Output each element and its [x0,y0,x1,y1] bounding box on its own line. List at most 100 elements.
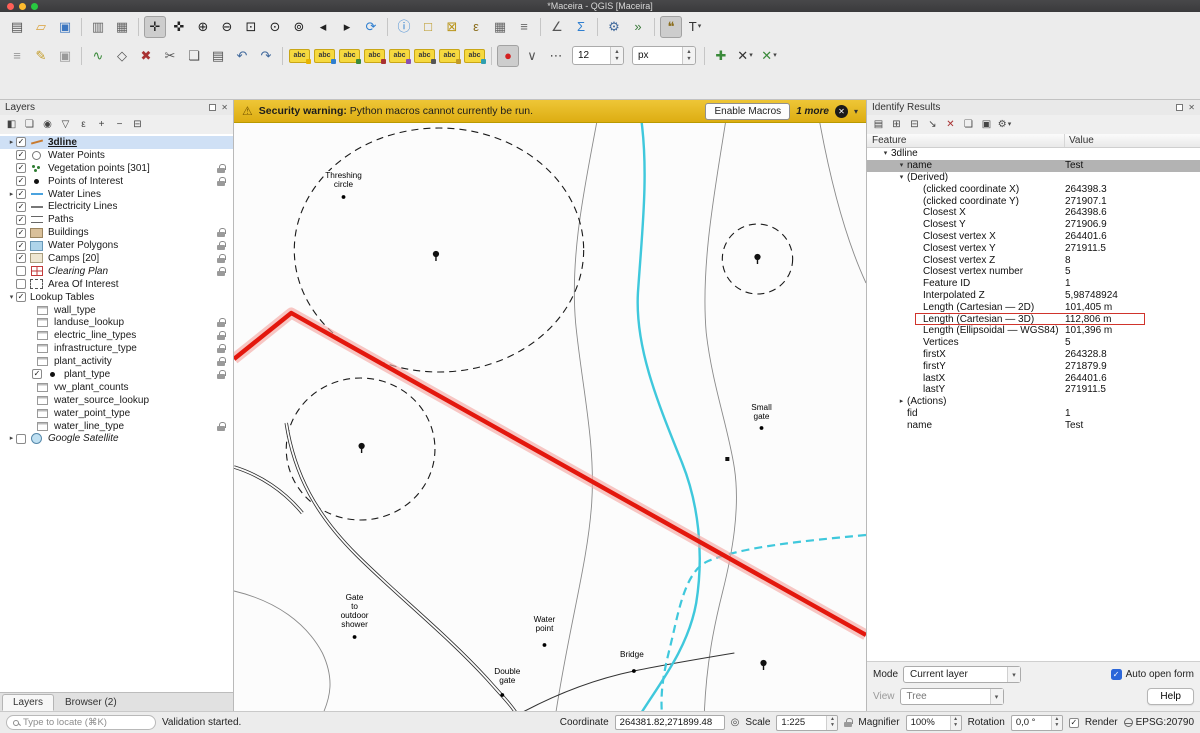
paste-features-button[interactable]: ▤ [207,45,229,67]
dock-tab-browser-2[interactable]: Browser (2) [54,694,128,711]
field-calculator-button[interactable]: ≡ [513,16,535,38]
zoom-full-button[interactable]: ⊡ [240,16,262,38]
expand-tree-button[interactable]: ⊞ [888,117,905,133]
pan-map-button[interactable]: ✛ [144,16,166,38]
zoom-window-button[interactable] [31,3,38,10]
map-canvas[interactable]: ThreshingcircleSmallgateGatetooutdoorsho… [234,123,866,711]
rotate-label-button[interactable]: abc [389,49,410,63]
filter-by-expression-button[interactable]: ε [75,117,92,133]
advanced-digitizing-button[interactable]: ✕ [758,45,780,67]
layer-visibility-checkbox[interactable] [32,369,42,379]
layer-item-points-of-interest[interactable]: Points of Interest [0,175,233,188]
open-project-button[interactable]: ▱ [30,16,52,38]
collapse-all-button[interactable]: − [111,117,128,133]
save-project-button[interactable]: ▣ [54,16,76,38]
identify-settings-button[interactable]: ⚙ [996,117,1013,133]
clear-results-button[interactable]: ✕ [942,117,959,133]
redo-button[interactable]: ↷ [255,45,277,67]
new-print-layout-button[interactable]: ▥ [87,16,109,38]
mode-select[interactable]: Current layer [903,666,1021,683]
identify-row-firstx[interactable]: firstX264328.8 [867,349,1200,361]
highlight-style-button[interactable]: ● [497,45,519,67]
expand-arrow-icon[interactable] [897,398,906,405]
identify-row-fid[interactable]: fid1 [867,408,1200,420]
open-layer-styling-button[interactable]: ◧ [3,117,20,133]
scale-combo[interactable]: 1:225 [776,715,838,731]
layer-visibility-checkbox[interactable] [16,266,26,276]
layer-item-electricity-lines[interactable]: Electricity Lines [0,200,233,213]
identify-row-lastx[interactable]: lastX264401.6 [867,372,1200,384]
identify-row-interpolated-z[interactable]: Interpolated Z5,98748924 [867,290,1200,302]
identify-row-length-cartesian-2d[interactable]: Length (Cartesian — 2D)101,405 m [867,301,1200,313]
expand-arrow-icon[interactable] [7,294,16,301]
identify-row-vertices[interactable]: Vertices5 [867,337,1200,349]
open-form-button[interactable]: ▤ [870,117,887,133]
layer-visibility-checkbox[interactable] [16,279,26,289]
rotation-spinbox[interactable]: 0,0 ° [1011,715,1063,731]
layer-item-paths[interactable]: Paths [0,213,233,226]
expand-arrow-icon[interactable] [881,150,890,157]
cut-features-button[interactable]: ✂ [159,45,181,67]
move-label-button[interactable]: abc [364,49,385,63]
zoom-next-button[interactable]: ▸ [336,16,358,38]
dropdown-arrow-icon[interactable] [1008,121,1012,128]
float-panel-icon[interactable] [209,104,216,111]
identify-row-name[interactable]: nameTest [867,160,1200,172]
layer-item-water-polygons[interactable]: Water Polygons [0,239,233,252]
layer-visibility-checkbox[interactable] [16,163,26,173]
new-map-annotation-button[interactable]: ❝ [660,16,682,38]
layer-item-vw-plant-counts[interactable]: vw_plant_counts [0,381,233,394]
select-features-button[interactable]: □ [417,16,439,38]
new-project-button[interactable]: ▤ [6,16,28,38]
layer-item-3dline[interactable]: 3dline [0,136,233,149]
identify-row-length-cartesian-3d[interactable]: Length (Cartesian — 3D)112,806 m [867,313,1200,325]
copy-feature-button[interactable]: ❏ [960,117,977,133]
enable-tracing-button[interactable]: ✕ [734,45,756,67]
change-label-button[interactable]: abc [414,49,435,63]
view-select[interactable]: Tree [900,688,1004,705]
statistical-summary-button[interactable]: Σ [570,16,592,38]
symbol-size-input[interactable]: 12 [572,46,624,65]
expand-arrow-icon[interactable] [7,191,16,198]
render-checkbox[interactable] [1069,718,1079,728]
zoom-out-button[interactable]: ⊖ [216,16,238,38]
print-results-button[interactable]: ▣ [978,117,995,133]
refresh-map-button[interactable]: ⟳ [360,16,382,38]
identify-features-button[interactable]: ⓘ [393,16,415,38]
current-edits-button[interactable]: ≡ [6,45,28,67]
close-panel-icon[interactable] [1188,104,1195,112]
text-annotation-button[interactable]: T [684,16,706,38]
layer-item-water-point-type[interactable]: water_point_type [0,407,233,420]
message-dropdown-icon[interactable] [854,107,858,116]
layer-item-vegetation-points-301[interactable]: Vegetation points [301] [0,162,233,175]
crs-button[interactable]: EPSG:20790 [1124,717,1194,728]
dropdown-arrow-icon[interactable] [698,23,702,30]
layer-item-water-points[interactable]: Water Points [0,149,233,162]
expand-arrow-icon[interactable] [897,162,906,169]
layer-item-clearing-plan[interactable]: Clearing Plan [0,265,233,278]
layer-item-plant-activity[interactable]: plant_activity [0,355,233,368]
expand-new-results-button[interactable]: ↘ [924,117,941,133]
expand-arrow-icon[interactable] [7,139,16,146]
identify-row-clicked-coordinate-y[interactable]: (clicked coordinate Y)271907.1 [867,195,1200,207]
layer-item-area-of-interest[interactable]: Area Of Interest [0,278,233,291]
layer-item-electric-line-types[interactable]: electric_line_types [0,329,233,342]
zoom-last-button[interactable]: ◂ [312,16,334,38]
value-column-header[interactable]: Value [1065,134,1200,147]
layer-visibility-checkbox[interactable] [16,137,26,147]
extents-toggle-icon[interactable] [731,717,740,728]
more-messages-link[interactable]: 1 more [796,106,829,117]
layout-manager-button[interactable]: ▦ [111,16,133,38]
coordinate-input[interactable]: 264381.82,271899.48 [615,715,725,730]
stepper-arrows-icon[interactable] [682,47,695,64]
close-message-icon[interactable] [835,105,848,118]
collapse-tree-button[interactable]: ⊟ [906,117,923,133]
deselect-features-button[interactable]: ⊠ [441,16,463,38]
layer-item-water-source-lookup[interactable]: water_source_lookup [0,394,233,407]
layer-visibility-checkbox[interactable] [16,202,26,212]
stepper-arrows-icon[interactable] [950,716,961,730]
layer-item-water-line-type[interactable]: water_line_type [0,420,233,433]
add-line-feature-button[interactable]: ∿ [87,45,109,67]
pan-to-selection-button[interactable]: ✜ [168,16,190,38]
auto-open-form-checkbox[interactable] [1111,669,1122,680]
